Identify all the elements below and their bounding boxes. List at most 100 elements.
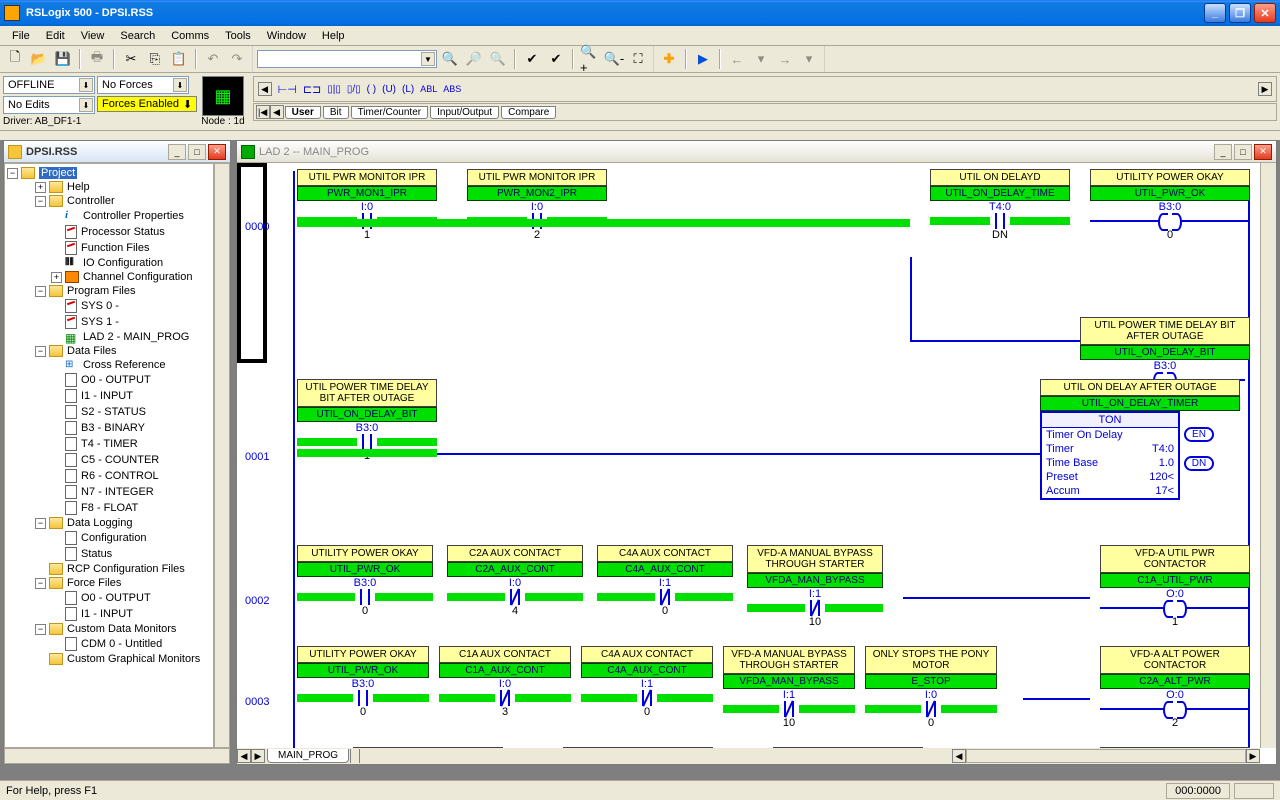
tree-vscroll[interactable]: [214, 163, 230, 748]
tree-item[interactable]: S2 - STATUS: [7, 404, 211, 420]
ladder-vscroll[interactable]: [1260, 163, 1276, 748]
tree-item[interactable]: N7 - INTEGER: [7, 484, 211, 500]
tree-minimize[interactable]: _: [168, 144, 186, 160]
lad-hscroll-right[interactable]: ▶: [1246, 749, 1260, 763]
tree-item[interactable]: SYS 0 -: [7, 298, 211, 314]
tabs-start[interactable]: |◀: [256, 105, 270, 119]
inst-branch[interactable]: ⊏⊐: [303, 83, 321, 96]
menu-tools[interactable]: Tools: [217, 28, 259, 44]
tree-item[interactable]: iController Properties: [7, 208, 211, 224]
tree-item[interactable]: Status: [7, 546, 211, 562]
find-prev-button[interactable]: 🔍: [487, 48, 509, 70]
cut-button[interactable]: ✂: [120, 48, 142, 70]
lad-tab-next[interactable]: ▶: [251, 749, 265, 763]
instruction[interactable]: C2A AUX CONTACTC2A_AUX_CONTI:04: [447, 545, 583, 628]
palette-scroll-right[interactable]: ▶: [1258, 82, 1272, 96]
add-button[interactable]: ✚: [658, 48, 680, 70]
menu-comms[interactable]: Comms: [163, 28, 217, 44]
run-button[interactable]: ▶: [692, 48, 714, 70]
instruction[interactable]: VFD-A MANUAL BYPASS THROUGH STARTERVFDA_…: [747, 545, 883, 628]
forces-combo[interactable]: No Forces⬇: [97, 76, 189, 94]
menu-view[interactable]: View: [73, 28, 113, 44]
ladder-view[interactable]: 0000UTIL PWR MONITOR IPRPWR_MON1_IPRI:01…: [237, 163, 1260, 748]
tree-item[interactable]: −Custom Data Monitors: [7, 622, 211, 636]
inst-otu[interactable]: (U): [382, 84, 396, 95]
tree-item[interactable]: RCP Configuration Files: [7, 562, 211, 576]
tree-item[interactable]: SYS 1 -: [7, 314, 211, 330]
lad-hscroll-left[interactable]: ◀: [952, 749, 966, 763]
fwd-menu[interactable]: ▾: [798, 48, 820, 70]
tree-item[interactable]: ⊞Cross Reference: [7, 358, 211, 372]
instruction[interactable]: UTIL ON DELAYDUTIL_ON_DELAY_TIMET4:0DN: [930, 169, 1070, 241]
lad-close[interactable]: ✕: [1254, 144, 1272, 160]
tree-hscroll[interactable]: [4, 748, 230, 764]
instruction[interactable]: C4A AUX CONTACTC4A_AUX_CONTI:10: [597, 545, 733, 628]
ladder-hscroll[interactable]: ◀ ▶ MAIN_PROG ◀ ▶: [237, 748, 1260, 764]
tree-close[interactable]: ✕: [208, 144, 226, 160]
tree-item[interactable]: C5 - COUNTER: [7, 452, 211, 468]
lad-tab-prev[interactable]: ◀: [237, 749, 251, 763]
tree-item[interactable]: +Help: [7, 180, 211, 194]
instruction[interactable]: UTILITY POWER OKAYUTIL_PWR_OKB3:00: [1090, 169, 1250, 241]
tree-item[interactable]: Custom Graphical Monitors: [7, 652, 211, 666]
tree-root[interactable]: −Project: [7, 166, 211, 180]
ton-instruction[interactable]: TONTimer On DelayTimerT4:0Time Base1.0Pr…: [1040, 411, 1180, 500]
address-combo[interactable]: ▼: [257, 50, 437, 68]
verify-button[interactable]: ✔: [521, 48, 543, 70]
tab-bit[interactable]: Bit: [323, 106, 349, 119]
instruction[interactable]: UTILITY POWER OKAYUTIL_PWR_OKB3:00: [297, 545, 433, 628]
zoom-fit-button[interactable]: ⛶: [627, 48, 649, 70]
tree-item[interactable]: Processor Status: [7, 224, 211, 240]
print-button[interactable]: 🖶: [86, 48, 108, 70]
tree-item[interactable]: Configuration: [7, 530, 211, 546]
tree-item[interactable]: T4 - TIMER: [7, 436, 211, 452]
menu-help[interactable]: Help: [314, 28, 353, 44]
instruction[interactable]: VFD-A MANUAL BYPASS THROUGH STARTERVFDA_…: [723, 646, 855, 729]
tree-item[interactable]: ⦀⦀IO Configuration: [7, 256, 211, 270]
lad-maximize[interactable]: □: [1234, 144, 1252, 160]
new-button[interactable]: 🗋: [4, 48, 26, 70]
copy-button[interactable]: ⎘: [144, 48, 166, 70]
zoom-in-button[interactable]: 🔍+: [579, 48, 601, 70]
tree-item[interactable]: I1 - INPUT: [7, 606, 211, 622]
inst-abl[interactable]: ABL: [420, 84, 437, 94]
inst-rung[interactable]: ⊢⊣: [278, 83, 297, 96]
inst-abs[interactable]: ABS: [443, 84, 461, 94]
tree-item[interactable]: −Data Files: [7, 344, 211, 358]
tab-user[interactable]: User: [285, 106, 321, 119]
save-button[interactable]: 💾: [52, 48, 74, 70]
zoom-out-button[interactable]: 🔍-: [603, 48, 625, 70]
inst-xio[interactable]: ▯/▯: [347, 84, 361, 95]
instruction[interactable]: VFD-A UTIL PWR CONTACTORC1A_UTIL_PWRO:01: [1100, 545, 1250, 628]
tree-item[interactable]: F8 - FLOAT: [7, 500, 211, 516]
menu-edit[interactable]: Edit: [38, 28, 73, 44]
verify-project-button[interactable]: ✔: [545, 48, 567, 70]
tree-item[interactable]: +Channel Configuration: [7, 270, 211, 284]
instruction[interactable]: VFD-A ALT POWER CONTACTORC2A_ALT_PWRO:02: [1100, 646, 1250, 729]
mode-combo[interactable]: OFFLINE⬇: [3, 76, 95, 94]
tree-item[interactable]: −Controller: [7, 194, 211, 208]
tree-item[interactable]: Function Files: [7, 240, 211, 256]
fwd-button[interactable]: →: [774, 48, 796, 70]
instruction[interactable]: C1A AUX CONTACTC1A_AUX_CONTI:03: [439, 646, 571, 729]
tab-timer[interactable]: Timer/Counter: [351, 106, 429, 119]
tree-item[interactable]: O0 - OUTPUT: [7, 590, 211, 606]
paste-button[interactable]: 📋: [168, 48, 190, 70]
instruction[interactable]: UTILITY POWER OKAYUTIL_PWR_OKB3:00: [297, 646, 429, 729]
open-button[interactable]: 📂: [28, 48, 50, 70]
edits-combo[interactable]: No Edits⬇: [3, 96, 95, 114]
instruction[interactable]: C4A AUX CONTACTC4A_AUX_CONTI:10: [581, 646, 713, 729]
find-next-button[interactable]: 🔎: [463, 48, 485, 70]
close-button[interactable]: ✕: [1254, 3, 1276, 23]
tree-item[interactable]: −Program Files: [7, 284, 211, 298]
find-button[interactable]: 🔍: [439, 48, 461, 70]
back-menu[interactable]: ▾: [750, 48, 772, 70]
instruction[interactable]: ONLY STOPS THE PONY MOTORE_STOPI:00: [865, 646, 997, 729]
tree-item[interactable]: B3 - BINARY: [7, 420, 211, 436]
tab-io[interactable]: Input/Output: [430, 106, 499, 119]
minimize-button[interactable]: _: [1204, 3, 1226, 23]
lad-minimize[interactable]: _: [1214, 144, 1232, 160]
tree-item[interactable]: I1 - INPUT: [7, 388, 211, 404]
tree-item[interactable]: ▦LAD 2 - MAIN_PROG: [7, 330, 211, 344]
redo-button[interactable]: ↷: [226, 48, 248, 70]
